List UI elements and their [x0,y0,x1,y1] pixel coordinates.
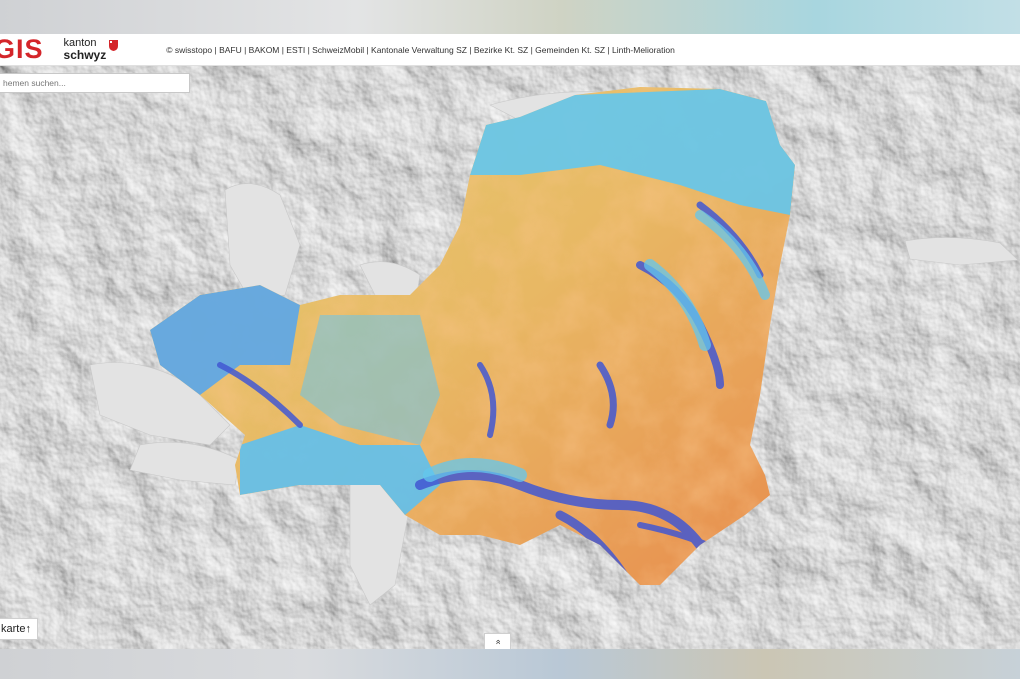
map-canvas[interactable] [0,65,1020,649]
basemap-label: karte [1,623,26,635]
kanton-schwyz-logo[interactable]: kanton schwyz [64,38,119,61]
expand-panel-button[interactable]: » [484,633,511,649]
header-bar: GIS kanton schwyz © swisstopo | BAFU | B… [0,34,1020,66]
schwyz-label: schwyz [63,48,107,62]
screen-frame-top [0,0,1020,34]
theme-search-input[interactable] [0,73,190,93]
map-attribution: © swisstopo | BAFU | BAKOM | ESTI | Schw… [166,44,675,55]
basemap-toggle-button[interactable]: karte ↑ [0,618,38,640]
schwyz-shield-icon [109,40,119,51]
arrow-up-icon: ↑ [25,623,31,635]
screen-frame-bottom [0,649,1020,679]
double-chevron-up-icon: » [492,638,503,645]
gis-logo[interactable]: GIS [0,34,44,65]
webgis-app: GIS kanton schwyz © swisstopo | BAFU | B… [0,34,1020,649]
